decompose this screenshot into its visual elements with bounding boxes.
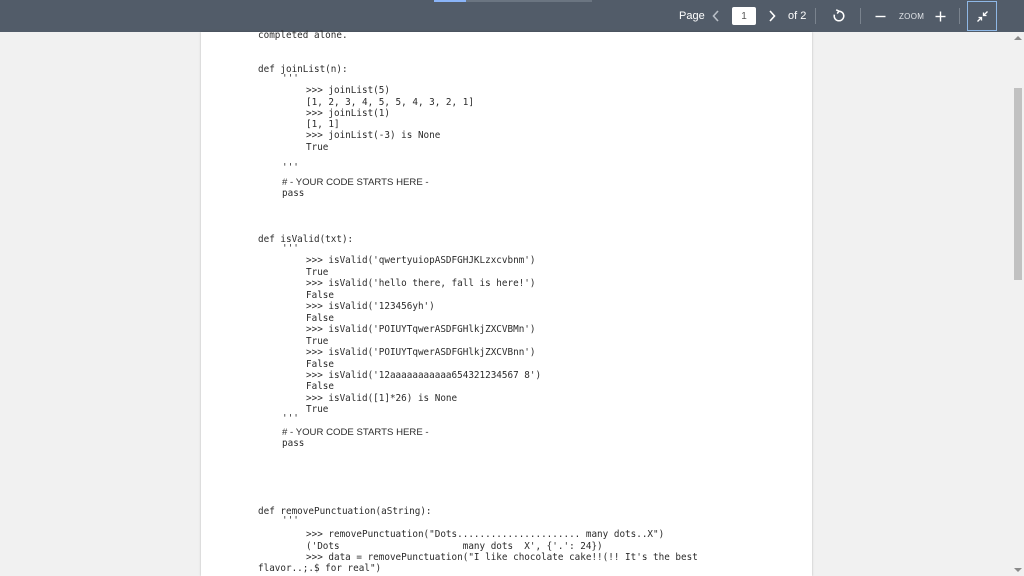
toolbar-divider <box>815 8 816 24</box>
chevron-left-icon <box>712 10 719 22</box>
rotate-button[interactable] <box>829 0 849 32</box>
rotate-icon <box>833 9 845 22</box>
pdf-toolbar: Page of 2 ZOOM <box>0 0 1024 32</box>
doctest-line: >>> isValid('hello there, fall is here!'… <box>306 278 536 289</box>
doctest-line: [1, 2, 3, 4, 5, 5, 4, 3, 2, 1] <box>306 97 474 108</box>
vertical-scrollbar[interactable] <box>1012 32 1024 576</box>
zoom-label: ZOOM <box>899 11 925 21</box>
code-comment: # - YOUR CODE STARTS HERE - <box>282 427 429 438</box>
doctest-line: False <box>306 359 334 370</box>
doctest-line: >>> joinList(5) <box>306 85 390 96</box>
page-total: of 2 <box>788 10 807 22</box>
loading-progress-fill <box>434 0 466 2</box>
function-definition: def joinList(n): <box>258 64 348 75</box>
doctest-line: >>> isValid([1]*26) is None <box>306 393 458 404</box>
code-comment: # - YOUR CODE STARTS HERE - <box>282 177 429 188</box>
doctest-line: >>> isValid('123456yh') <box>306 301 435 312</box>
toolbar-divider <box>959 8 960 24</box>
docstring-quotes: ''' <box>282 243 299 254</box>
fit-to-width-button[interactable] <box>967 1 997 31</box>
zoom-out-button[interactable] <box>872 0 888 32</box>
code-line: pass <box>282 188 305 199</box>
scroll-up-arrow-icon[interactable] <box>1014 36 1022 40</box>
doctest-line: False <box>306 290 334 301</box>
doctest-line: >>> data = removePunctuation("I like cho… <box>306 552 698 563</box>
loading-progress-bar <box>434 0 592 2</box>
pdf-page: completed alone. def joinList(n): ''' >>… <box>201 30 812 576</box>
doctest-line: ('Dots many dots X', {'.': 24}) <box>306 541 603 552</box>
doctest-line: >>> isValid('qwertyuiopASDFGHJKLzxcvbnm'… <box>306 255 536 266</box>
doctest-line: True <box>306 142 329 153</box>
doctest-line: >>> joinList(1) <box>306 108 390 119</box>
text-line: completed alone. <box>258 30 348 41</box>
previous-page-button[interactable] <box>707 0 725 32</box>
page-number-input[interactable] <box>732 7 756 25</box>
doctest-line: False <box>306 313 334 324</box>
scroll-down-arrow-icon[interactable] <box>1014 568 1022 572</box>
next-page-button[interactable] <box>763 0 781 32</box>
code-line: pass <box>282 438 305 449</box>
docstring-quotes: ''' <box>282 413 299 424</box>
doctest-line: >>> isValid('POIUYTqwerASDFGHlkjZXCVBMn'… <box>306 324 536 335</box>
page-label: Page <box>679 10 705 22</box>
doctest-line: True <box>306 267 329 278</box>
plus-icon <box>935 11 945 21</box>
doctest-line: >>> joinList(-3) is None <box>306 130 441 141</box>
doctest-line: >>> isValid('POIUYTqwerASDFGHlkjZXCVBnn'… <box>306 347 536 358</box>
doctest-line: >>> removePunctuation("Dots.............… <box>306 529 665 540</box>
toolbar-divider <box>860 8 861 24</box>
minus-icon <box>875 15 885 17</box>
doctest-line: [1, 1] <box>306 119 340 130</box>
zoom-in-button[interactable] <box>932 0 948 32</box>
function-definition: def isValid(txt): <box>258 234 354 245</box>
fit-to-width-icon <box>976 10 988 22</box>
docstring-quotes: ''' <box>282 515 299 526</box>
scrollbar-thumb[interactable] <box>1014 88 1022 280</box>
doctest-line: True <box>306 404 329 415</box>
docstring-quotes: ''' <box>282 73 299 84</box>
doctest-line: >>> isValid('12aaaaaaaaaaa654321234567 8… <box>306 370 542 381</box>
doctest-line: True <box>306 336 329 347</box>
doctest-line: flavor..;.$ for real") <box>258 563 382 574</box>
chevron-right-icon <box>769 10 776 22</box>
docstring-quotes: ''' <box>282 162 299 173</box>
doctest-line: False <box>306 381 334 392</box>
